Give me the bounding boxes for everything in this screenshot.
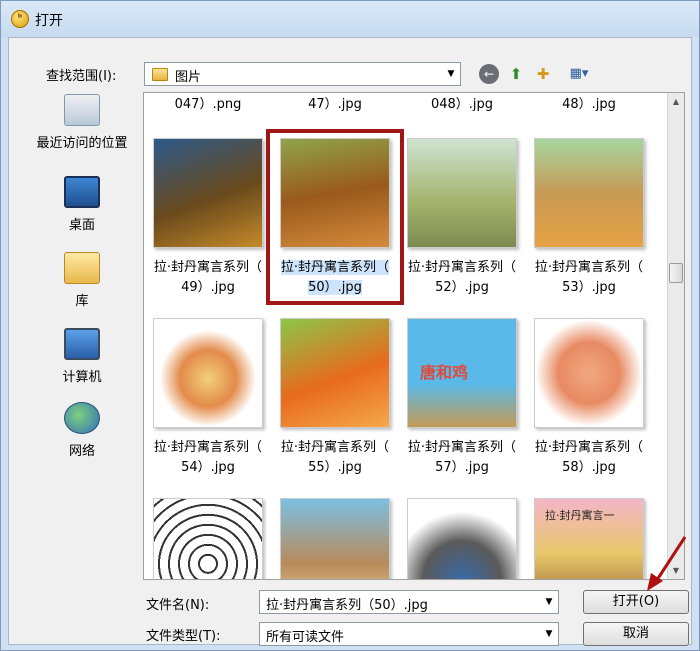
file-name: 拉·封丹寓言系列（ 55）.jpg: [280, 440, 390, 475]
chevron-down-icon[interactable]: ▼: [442, 63, 460, 85]
list-item-selected[interactable]: 拉·封丹寓言系列（ 50）.jpg: [266, 129, 404, 305]
place-label: 网络: [68, 444, 95, 459]
place-computer[interactable]: 计算机: [27, 326, 137, 396]
thumbnail-image: [280, 498, 390, 579]
file-list[interactable]: 047）.png 47）.jpg 048）.jpg 48）.jpg 拉·封丹寓言…: [143, 92, 685, 580]
look-in-value: 图片: [175, 70, 202, 85]
cancel-button[interactable]: 取消: [583, 622, 689, 646]
libraries-icon: [64, 252, 100, 284]
thumbnail-text: 唐和鸡: [420, 363, 469, 382]
filetype-select[interactable]: 所有可读文件 ▼: [259, 622, 559, 646]
window-title: 打开: [35, 13, 63, 29]
file-name: 拉·封丹寓言系列（ 54）.jpg: [153, 440, 263, 475]
thumbnail-image: [280, 318, 390, 428]
scrollbar-thumb[interactable]: [669, 263, 683, 283]
thumbnail-image: [153, 138, 263, 248]
list-item[interactable]: [272, 498, 398, 579]
list-item[interactable]: 拉·封丹寓言系列（ 55）.jpg: [272, 318, 398, 478]
place-label: 桌面: [68, 218, 95, 233]
recent-places-icon: [64, 94, 100, 126]
look-in-combo[interactable]: 图片 ▼: [144, 62, 461, 86]
places-bar: 最近访问的位置 桌面 库 计算机 网络: [27, 92, 137, 492]
file-name: 拉·封丹寓言系列（ 58）.jpg: [534, 440, 644, 475]
filename-value: 拉·封丹寓言系列（50）.jpg: [266, 598, 428, 613]
thumbnail-image: [153, 318, 263, 428]
list-item-label[interactable]: 047）.png: [145, 93, 271, 113]
filename-input[interactable]: 拉·封丹寓言系列（50）.jpg ▼: [259, 590, 559, 614]
list-item[interactable]: 拉·封丹寓言系列（ 54）.jpg: [145, 318, 271, 478]
chevron-down-icon[interactable]: ▼: [540, 623, 558, 645]
thumbnail-image: 拉·封丹寓言一: [534, 498, 644, 579]
place-libraries[interactable]: 库: [27, 250, 137, 320]
back-icon[interactable]: ←: [479, 64, 499, 84]
list-item[interactable]: [399, 498, 525, 579]
place-recent[interactable]: 最近访问的位置: [27, 92, 137, 162]
list-item-label[interactable]: 048）.jpg: [399, 93, 525, 113]
filetype-label: 文件类型(T):: [146, 629, 221, 644]
place-label: 最近访问的位置: [36, 136, 128, 151]
up-folder-icon[interactable]: ⬆: [506, 64, 526, 84]
place-desktop[interactable]: 桌面: [27, 174, 137, 244]
thumbnail-image: [407, 138, 517, 248]
selection-highlight: [266, 129, 404, 305]
list-item[interactable]: [145, 498, 271, 579]
list-item[interactable]: 拉·封丹寓言一: [526, 498, 652, 579]
list-item[interactable]: 拉·封丹寓言系列（ 53）.jpg: [526, 138, 652, 298]
list-item[interactable]: 拉·封丹寓言系列（ 52）.jpg: [399, 138, 525, 298]
list-item-label[interactable]: 47）.jpg: [272, 93, 398, 113]
new-folder-icon[interactable]: ✚: [533, 64, 553, 84]
vertical-scrollbar[interactable]: ▲ ▼: [667, 93, 684, 579]
list-item-label[interactable]: 48）.jpg: [526, 93, 652, 113]
list-item[interactable]: 唐和鸡 拉·封丹寓言系列（ 57）.jpg: [399, 318, 525, 478]
place-label: 库: [75, 294, 89, 309]
dialog-body: 查找范围(I): 图片 ▼ ← ⬆ ✚ ▦▾ 最近访问的位置 桌面 库 计算机 …: [8, 37, 692, 646]
scroll-up-icon[interactable]: ▲: [668, 93, 684, 110]
thumbnail-image: [534, 138, 644, 248]
annotation-arrow-icon: [647, 536, 687, 591]
chevron-down-icon[interactable]: ▼: [540, 591, 558, 613]
place-label: 计算机: [62, 370, 102, 385]
list-item[interactable]: 拉·封丹寓言系列（ 49）.jpg: [145, 138, 271, 298]
filetype-value: 所有可读文件: [266, 630, 345, 645]
thumbnail-image: [153, 498, 263, 579]
file-name: 拉·封丹寓言系列（ 49）.jpg: [153, 260, 263, 295]
view-menu-icon[interactable]: ▦▾: [562, 64, 596, 84]
file-name: 拉·封丹寓言系列（ 57）.jpg: [407, 440, 517, 475]
thumbnail-image: [534, 318, 644, 428]
file-name: 拉·封丹寓言系列（ 52）.jpg: [407, 260, 517, 295]
app-logo-icon: ᵇ: [11, 10, 29, 28]
open-dialog: ᵇ 打开 查找范围(I): 图片 ▼ ← ⬆ ✚ ▦▾ 最近访问的位置 桌面 库: [0, 0, 700, 651]
desktop-icon: [64, 176, 100, 208]
folder-icon: [152, 68, 168, 81]
thumbnail-image: [407, 498, 517, 579]
open-button[interactable]: 打开(O): [583, 590, 689, 614]
filename-label: 文件名(N):: [146, 598, 210, 613]
computer-icon: [64, 328, 100, 360]
thumbnail-image: 唐和鸡: [407, 318, 517, 428]
title-bar[interactable]: ᵇ 打开: [1, 1, 699, 37]
list-item[interactable]: 拉·封丹寓言系列（ 58）.jpg: [526, 318, 652, 478]
place-network[interactable]: 网络: [27, 400, 137, 470]
network-icon: [64, 402, 100, 434]
thumbnail-text: 拉·封丹寓言一: [545, 509, 615, 522]
look-in-label: 查找范围(I):: [46, 69, 117, 84]
file-name: 拉·封丹寓言系列（ 53）.jpg: [534, 260, 644, 295]
